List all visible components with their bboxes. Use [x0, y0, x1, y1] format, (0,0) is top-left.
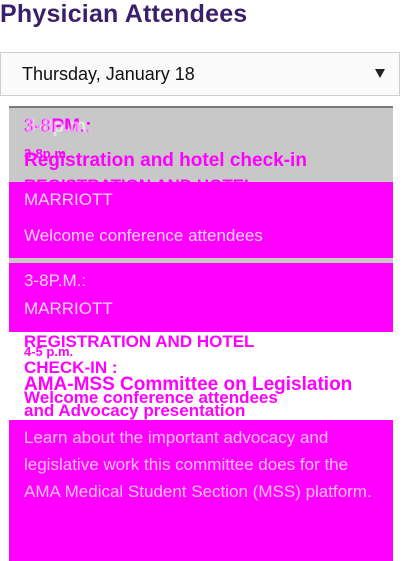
- event-description: Welcome conference attendees: [24, 226, 263, 245]
- event-venue: MARRIOTT: [24, 299, 113, 318]
- chevron-down-icon: [375, 69, 385, 78]
- date-select[interactable]: Thursday, January 18: [0, 52, 400, 96]
- event-time: 3-8P.M.:: [24, 271, 87, 290]
- event-venue: MARRIOTT: [24, 190, 113, 209]
- event-title-line2: and Advocacy presentation: [24, 401, 246, 420]
- page-title: Physician Attendees: [0, 0, 248, 28]
- date-select-value: Thursday, January 18: [22, 64, 195, 84]
- schedule-panel: 3-8PM.: 3-8p.m. 3-8p.m. Registration and…: [9, 106, 393, 561]
- event-description: Learn about the important advocacy and l…: [24, 428, 372, 501]
- event-title: Registration and hotel check-in: [24, 150, 307, 171]
- event-time-small: 4-5 p.m.: [24, 344, 74, 359]
- event-time-ghost: 3-8p.m.: [25, 116, 92, 137]
